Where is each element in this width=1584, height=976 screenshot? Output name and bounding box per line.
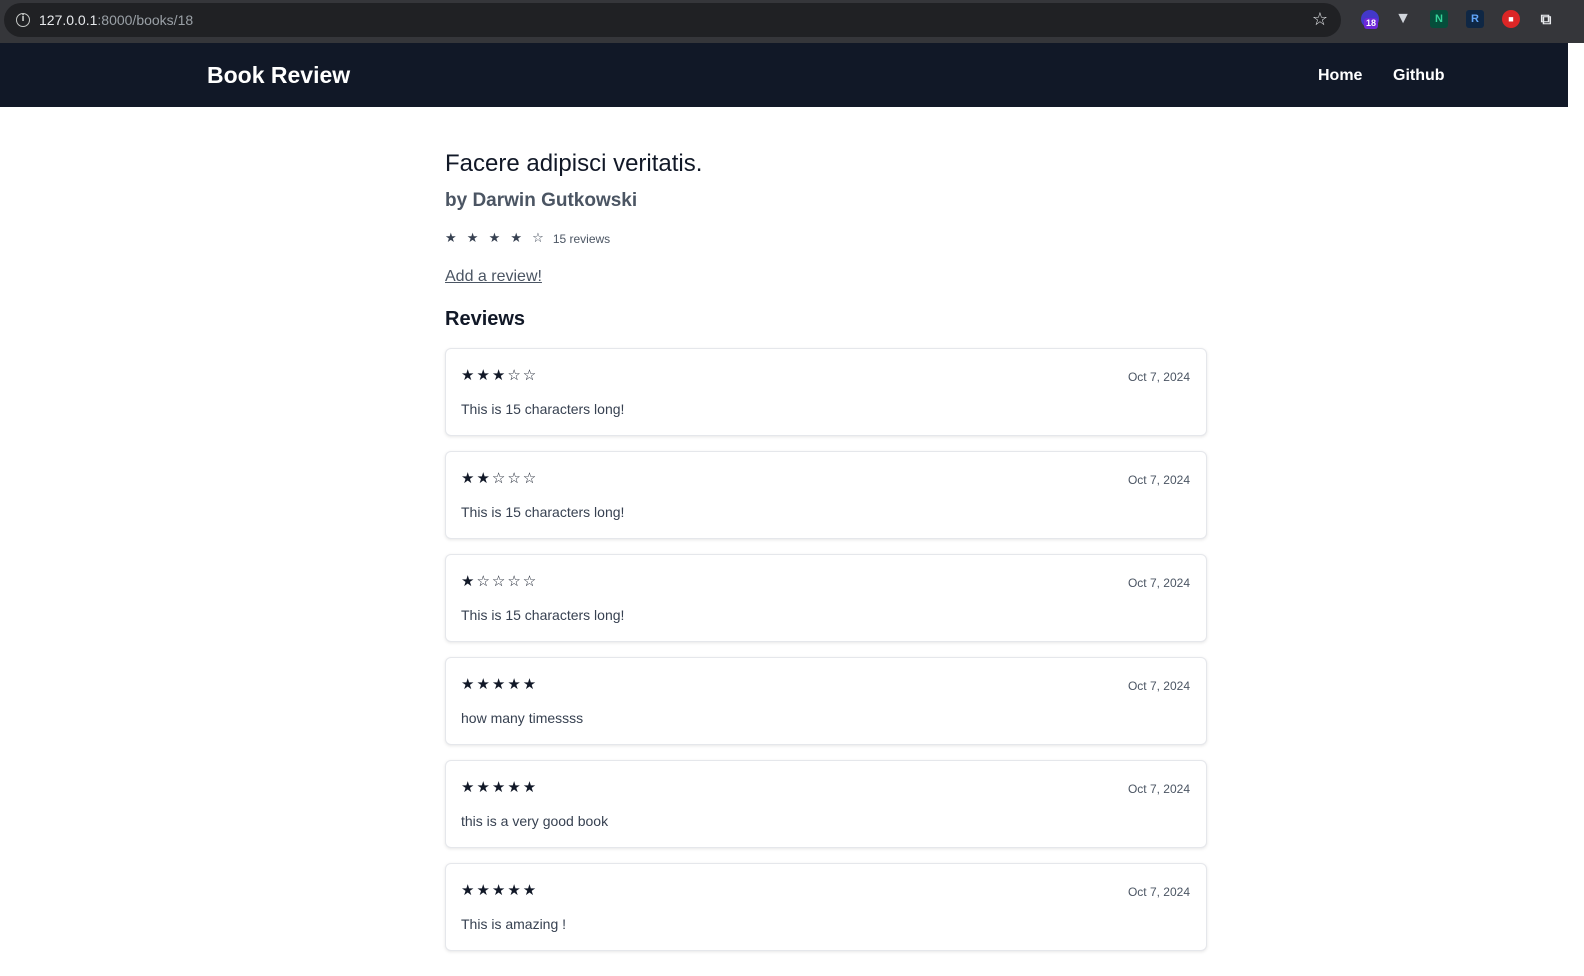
book-author: by Darwin Gutkowski xyxy=(445,190,638,211)
browser-toolbar: i 127.0.0.1:8000/books/18 ☆ 18 ▼ N R ■ ⧉ xyxy=(0,0,1584,43)
review-text: This is 15 characters long! xyxy=(461,607,625,623)
review-date: Oct 7, 2024 xyxy=(1127,679,1190,693)
url-host: 127.0.0.1 xyxy=(39,12,98,28)
review-card: ★★★★★ Oct 7, 2024 this is a very good bo… xyxy=(445,760,1207,848)
average-stars: ★ ★ ★ ★ ☆ xyxy=(445,231,547,246)
scrollbar-gutter[interactable] xyxy=(1568,43,1584,976)
url-text[interactable]: 127.0.0.1:8000/books/18 xyxy=(39,12,193,28)
review-stars: ★★★★★ xyxy=(461,675,539,693)
nav-github-link[interactable]: Github xyxy=(1393,67,1445,85)
review-date: Oct 7, 2024 xyxy=(1127,370,1190,384)
url-path: :8000/books/18 xyxy=(97,12,194,28)
lock-extension-icon[interactable]: ■ xyxy=(1502,10,1520,28)
review-date: Oct 7, 2024 xyxy=(1127,885,1190,899)
review-text: this is a very good book xyxy=(461,813,609,829)
review-stars: ★★☆☆☆ xyxy=(461,469,539,487)
review-stars: ★★★☆☆ xyxy=(461,366,539,384)
bookmark-star-icon[interactable]: ☆ xyxy=(1309,9,1331,31)
review-stars: ★★★★★ xyxy=(461,881,539,899)
review-card: ★★☆☆☆ Oct 7, 2024 This is 15 characters … xyxy=(445,451,1207,539)
review-text: This is amazing ! xyxy=(461,916,567,932)
purple-extension-icon[interactable]: 18 xyxy=(1361,10,1379,29)
vimium-icon[interactable]: ▼ xyxy=(1394,10,1412,28)
review-stars: ★☆☆☆☆ xyxy=(461,572,539,590)
review-card: ★★★☆☆ Oct 7, 2024 This is 15 characters … xyxy=(445,348,1207,436)
add-review-link[interactable]: Add a review! xyxy=(445,268,542,286)
review-text: This is 15 characters long! xyxy=(461,504,625,520)
site-navbar: Book Review Home Github xyxy=(0,43,1568,107)
reviews-heading: Reviews xyxy=(445,308,526,330)
extension-badge: 18 xyxy=(1364,18,1379,29)
r-extension-icon[interactable]: R xyxy=(1466,10,1484,28)
nav-home-link[interactable]: Home xyxy=(1318,67,1362,85)
book-title: Facere adipisci veritatis. xyxy=(445,150,703,177)
site-info-icon[interactable]: i xyxy=(16,13,30,27)
review-count: 15 reviews xyxy=(552,231,611,246)
review-stars: ★★★★★ xyxy=(461,778,539,796)
review-card: ★★★★★ Oct 7, 2024 This is amazing ! xyxy=(445,863,1207,951)
n-extension-icon[interactable]: N xyxy=(1430,10,1448,28)
review-list: ★★★☆☆ Oct 7, 2024 This is 15 characters … xyxy=(445,348,1207,966)
review-text: how many timessss xyxy=(461,710,584,726)
review-date: Oct 7, 2024 xyxy=(1127,782,1190,796)
puzzle-icon[interactable]: ⧉ xyxy=(1537,10,1555,28)
review-date: Oct 7, 2024 xyxy=(1127,473,1190,487)
brand-logo-link[interactable]: Book Review xyxy=(207,62,350,89)
review-text: This is 15 characters long! xyxy=(461,401,625,417)
review-card: ★☆☆☆☆ Oct 7, 2024 This is 15 characters … xyxy=(445,554,1207,642)
review-date: Oct 7, 2024 xyxy=(1127,576,1190,590)
address-bar[interactable]: i 127.0.0.1:8000/books/18 ☆ xyxy=(4,3,1341,37)
review-card: ★★★★★ Oct 7, 2024 how many timessss xyxy=(445,657,1207,745)
average-rating: ★ ★ ★ ★ ☆ 15 reviews xyxy=(445,231,610,246)
